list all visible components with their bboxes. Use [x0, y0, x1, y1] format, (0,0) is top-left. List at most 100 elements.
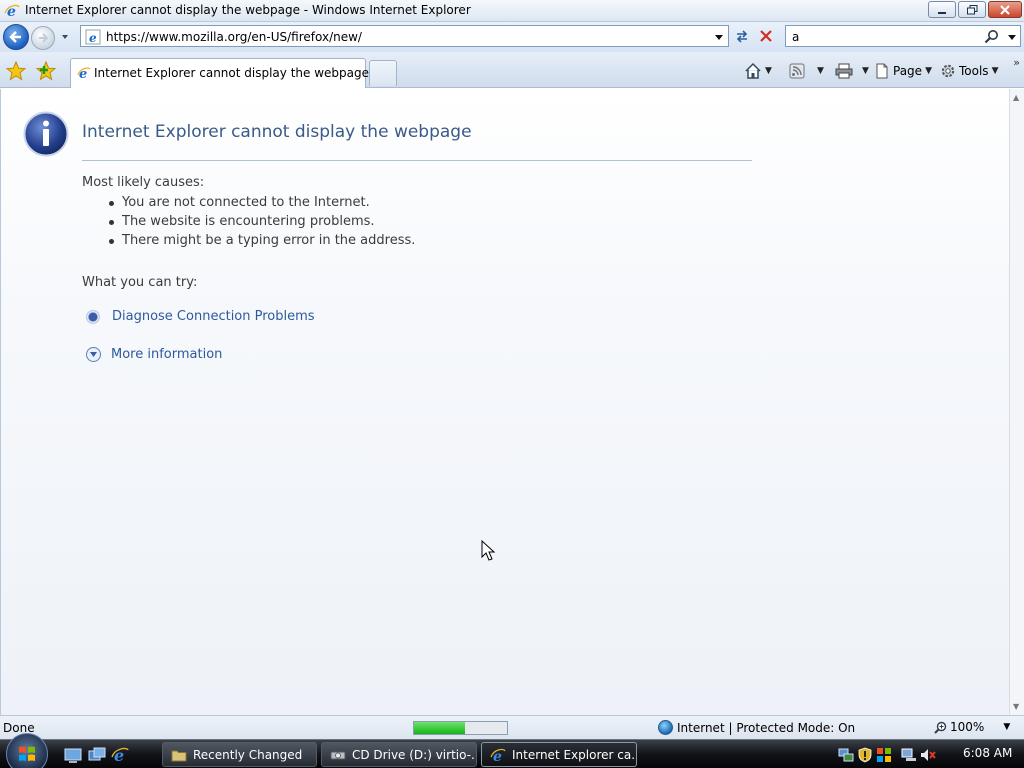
more-commands-chevron[interactable]: »: [1013, 56, 1020, 69]
progress-fill: [414, 722, 466, 734]
title-bar: e Internet Explorer cannot display the w…: [0, 0, 1024, 22]
info-icon: [23, 111, 69, 157]
restore-button[interactable]: [958, 1, 986, 18]
svg-text:e: e: [493, 749, 502, 763]
more-information-link[interactable]: More information: [86, 347, 222, 362]
chevron-down-icon: [90, 352, 97, 357]
bullet-dot-icon: [86, 309, 100, 324]
search-input[interactable]: a: [792, 30, 799, 44]
tab-label: Internet Explorer cannot display the web…: [94, 66, 369, 80]
taskbar-item-label: Recently Changed: [193, 747, 303, 762]
new-tab-button[interactable]: [369, 60, 397, 86]
causes-list: You are not connected to the Internet. T…: [107, 195, 415, 252]
diagnose-connection-link[interactable]: Diagnose Connection Problems: [86, 309, 315, 324]
volume-muted-icon[interactable]: [920, 747, 936, 763]
causes-heading: Most likely causes:: [82, 175, 205, 190]
vertical-scrollbar[interactable]: ▲ ▼: [1009, 89, 1024, 715]
network-tray-icon[interactable]: [838, 747, 854, 763]
page-content: Internet Explorer cannot display the web…: [0, 89, 1009, 715]
address-dropdown-icon[interactable]: [714, 32, 724, 42]
search-options-dropdown-icon[interactable]: [1007, 32, 1017, 42]
navigation-bar: e https://www.mozilla.org/en-US/firefox/…: [0, 22, 1024, 52]
list-item: You are not connected to the Internet.: [107, 195, 415, 214]
taskbar-item-internet-explorer[interactable]: e Internet Explorer ca...: [481, 742, 637, 767]
windows-update-icon[interactable]: [876, 747, 892, 763]
mouse-cursor-icon: [481, 540, 496, 561]
stop-icon: [760, 30, 772, 42]
forward-arrow-icon: [39, 33, 49, 43]
address-bar[interactable]: e https://www.mozilla.org/en-US/firefox/…: [80, 25, 729, 47]
minimize-button[interactable]: [928, 1, 956, 18]
start-button[interactable]: [6, 733, 48, 768]
windows-logo-icon: [19, 746, 35, 761]
print-icon: [835, 63, 853, 79]
taskbar-item-cd-drive[interactable]: CD Drive (D:) virtio-...: [321, 742, 477, 767]
taskbar-item-recently-changed[interactable]: Recently Changed: [162, 742, 317, 767]
feeds-button[interactable]: ▼: [789, 61, 824, 81]
diagnose-link-text[interactable]: Diagnose Connection Problems: [112, 309, 315, 324]
zone-text: Internet | Protected Mode: On: [677, 720, 856, 735]
search-icon[interactable]: [984, 29, 1000, 45]
list-item: There might be a typing error in the add…: [107, 233, 415, 252]
zoom-icon: [934, 721, 947, 734]
minimize-icon: [938, 11, 946, 14]
ie-logo-icon: e: [4, 4, 20, 19]
expand-circle-icon[interactable]: [86, 347, 101, 362]
list-item: The website is encountering problems.: [107, 214, 415, 233]
security-shield-icon[interactable]: [857, 747, 873, 763]
scroll-down-icon[interactable]: ▼: [1013, 702, 1019, 711]
status-bar: Done Internet | Protected Mode: On 100% …: [0, 715, 1024, 739]
connection-tray-icon[interactable]: [901, 747, 917, 763]
forward-button[interactable]: [31, 26, 55, 50]
restore-icon: [966, 4, 977, 14]
taskbar: e Recently Changed CD Drive (D:) virtio-…: [0, 733, 1024, 768]
refresh-button[interactable]: [731, 26, 753, 46]
close-icon: [1000, 4, 1010, 15]
home-button[interactable]: ▼: [744, 61, 772, 81]
title-divider: [82, 160, 752, 161]
url-text[interactable]: https://www.mozilla.org/en-US/firefox/ne…: [106, 30, 362, 44]
chevron-down-icon[interactable]: ▼: [862, 66, 869, 76]
taskbar-item-label: Internet Explorer ca...: [512, 747, 637, 762]
chevron-down-icon: ▼: [925, 66, 932, 76]
chevron-down-icon[interactable]: ▼: [1003, 722, 1010, 732]
svg-text:e: e: [89, 31, 97, 45]
system-tray: [838, 740, 936, 768]
search-box[interactable]: a: [785, 25, 1021, 47]
taskbar-item-label: CD Drive (D:) virtio-...: [352, 747, 477, 762]
stop-button[interactable]: [755, 26, 777, 46]
security-zone[interactable]: Internet | Protected Mode: On: [658, 720, 855, 735]
recent-pages-dropdown-icon[interactable]: [60, 32, 70, 42]
feeds-icon: [789, 63, 805, 79]
chevron-down-icon[interactable]: ▼: [765, 66, 772, 76]
tab-active[interactable]: e Internet Explorer cannot display the w…: [70, 58, 369, 88]
more-info-link-text[interactable]: More information: [111, 347, 222, 362]
tools-menu-button[interactable]: Tools ▼: [940, 61, 998, 81]
progress-bar: [413, 721, 508, 735]
zoom-control[interactable]: 100% ▼: [934, 720, 1010, 734]
refresh-icon: [736, 30, 748, 43]
zoom-level: 100%: [950, 720, 985, 734]
add-favorites-icon[interactable]: [36, 61, 56, 81]
tab-command-bar: e Internet Explorer cannot display the w…: [0, 52, 1024, 88]
switch-windows-icon[interactable]: [88, 746, 106, 764]
window-title: Internet Explorer cannot display the web…: [25, 3, 471, 17]
show-desktop-icon[interactable]: [64, 746, 82, 764]
scroll-up-icon[interactable]: ▲: [1013, 93, 1019, 102]
chevron-down-icon[interactable]: ▼: [817, 66, 824, 76]
print-button[interactable]: ▼: [835, 61, 869, 81]
tab-ie-icon: e: [77, 67, 91, 80]
back-button[interactable]: [3, 24, 29, 50]
chevron-down-icon: ▼: [991, 66, 999, 76]
folder-icon: [171, 750, 187, 761]
window-controls: [928, 1, 1022, 18]
ie-quicklaunch-icon[interactable]: e: [111, 746, 129, 764]
favorites-star-icon[interactable]: [6, 61, 26, 81]
gear-icon: [941, 64, 955, 78]
clock[interactable]: 6:08 AM: [963, 746, 1012, 760]
page-menu-button[interactable]: Page ▼: [874, 61, 932, 81]
page-ie-icon: e: [85, 29, 101, 45]
home-icon: [745, 62, 761, 79]
page-title: Internet Explorer cannot display the web…: [82, 122, 472, 142]
close-button[interactable]: [988, 1, 1022, 18]
